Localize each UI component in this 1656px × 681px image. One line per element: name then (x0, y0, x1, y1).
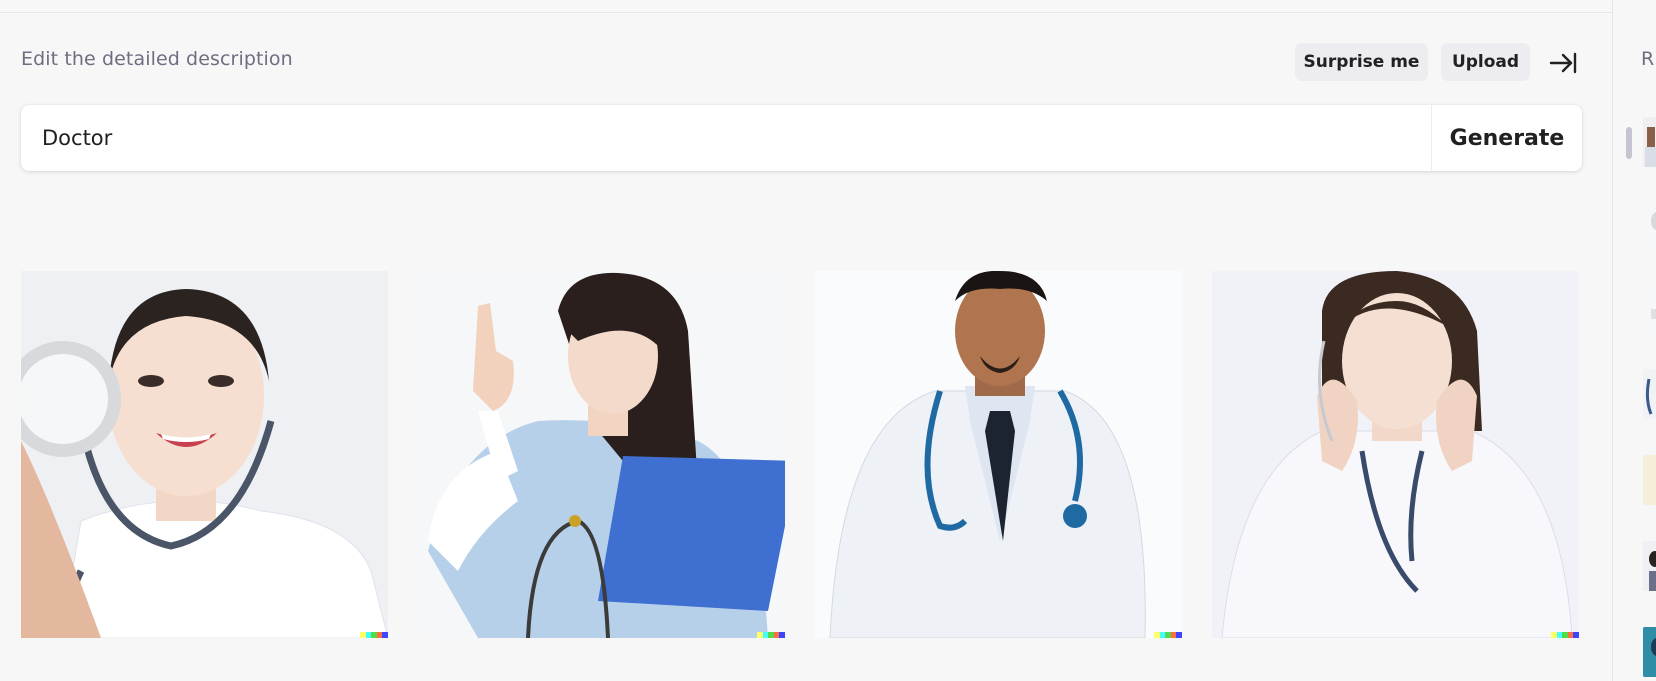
upload-button[interactable]: Upload (1441, 43, 1530, 81)
sidebar-scrollbar[interactable] (1626, 127, 1632, 159)
signature-strip (757, 632, 785, 638)
signature-strip (360, 632, 388, 638)
history-thumbnail[interactable] (1643, 369, 1656, 419)
history-thumbnail[interactable] (1643, 541, 1656, 591)
history-thumbnail[interactable] (1643, 289, 1656, 339)
history-thumbnail[interactable] (1643, 627, 1656, 677)
result-image-1-picture (21, 271, 388, 638)
result-image-4-picture (1212, 271, 1579, 638)
history-thumbnail[interactable] (1643, 455, 1656, 505)
prompt-heading: Edit the detailed description (21, 48, 293, 70)
arrow-right-to-bar-icon (1549, 52, 1577, 74)
signature-strip (1551, 632, 1579, 638)
top-divider (0, 0, 1612, 13)
result-image-3-picture (815, 271, 1182, 638)
result-image-1[interactable] (21, 271, 388, 638)
prompt-bar: Generate (21, 105, 1582, 171)
history-sidebar: R (1612, 0, 1656, 681)
collapse-sidebar-button[interactable] (1546, 46, 1580, 80)
history-thumbnail[interactable] (1643, 203, 1656, 253)
result-image-2[interactable] (418, 271, 785, 638)
result-image-2-picture (418, 271, 785, 638)
main-panel: Edit the detailed description Surprise m… (0, 0, 1612, 681)
result-image-3[interactable] (815, 271, 1182, 638)
generate-button[interactable]: Generate (1432, 105, 1582, 171)
prompt-input[interactable] (21, 105, 1431, 171)
signature-strip (1154, 632, 1182, 638)
sidebar-title: R (1641, 48, 1655, 70)
surprise-me-button[interactable]: Surprise me (1295, 43, 1428, 81)
history-thumbnail[interactable] (1643, 117, 1656, 167)
result-image-4[interactable] (1212, 271, 1579, 638)
